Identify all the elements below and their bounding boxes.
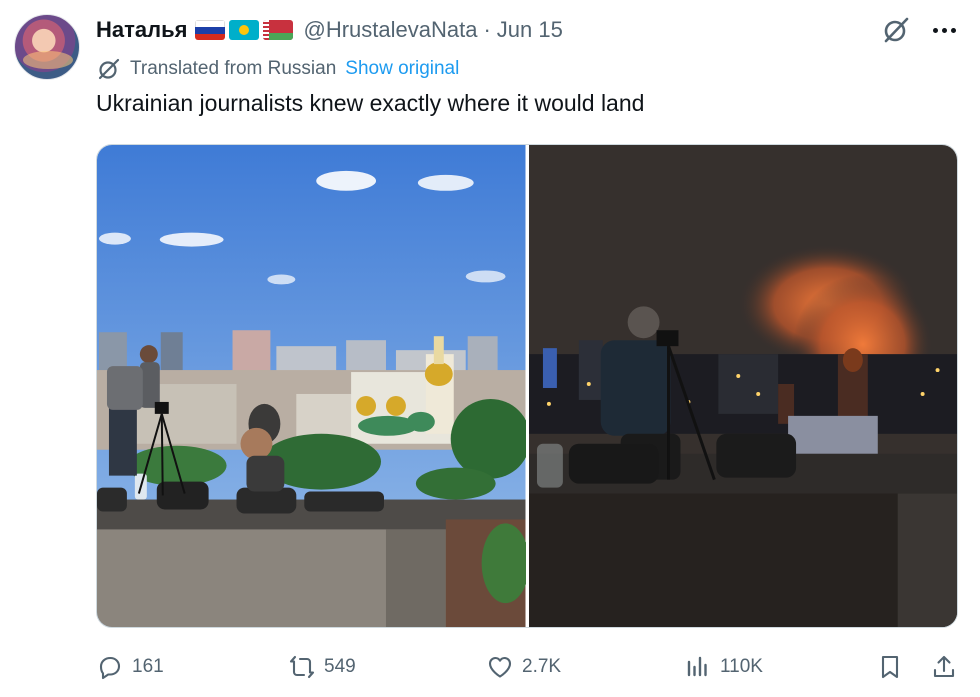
like-count: 2.7K — [522, 656, 562, 677]
daytime-photo[interactable] — [97, 145, 526, 627]
tweet-date[interactable]: Jun 15 — [497, 17, 563, 43]
reply-count: 161 — [132, 656, 164, 677]
separator-dot: · — [483, 17, 491, 42]
nighttime-photo[interactable] — [528, 145, 957, 627]
reply-icon — [99, 656, 121, 680]
grok-translate-icon — [98, 58, 120, 80]
repost-count: 549 — [324, 656, 356, 677]
like-button[interactable]: 2.7K — [486, 648, 561, 686]
media-grid — [96, 144, 958, 628]
tweet-header: Наталья @HrustalevaNata · Jun 15 — [96, 14, 563, 46]
views-icon — [687, 656, 707, 677]
translation-notice: Translated from Russian Show original — [96, 54, 459, 84]
reply-button[interactable]: 161 — [96, 648, 164, 686]
author-name[interactable]: Наталья — [96, 17, 187, 43]
more-options-icon[interactable] — [928, 16, 960, 44]
tweet-text: Ukrainian journalists knew exactly where… — [96, 90, 645, 116]
russia-flag-icon — [195, 20, 226, 40]
grok-icon[interactable] — [880, 14, 912, 46]
repost-button[interactable]: 549 — [288, 648, 356, 686]
repost-icon — [289, 655, 315, 679]
heart-icon — [488, 656, 512, 678]
translated-label: Translated from Russian — [130, 58, 337, 79]
show-original-link[interactable]: Show original — [345, 58, 459, 80]
author-handle[interactable]: @HrustalevaNata — [303, 17, 477, 43]
views-button[interactable]: 110K — [684, 648, 763, 686]
share-icon — [933, 655, 955, 678]
avatar[interactable] — [14, 14, 80, 80]
bookmark-button[interactable] — [876, 648, 904, 686]
tweet-actions: 161 549 2.7K 110K — [96, 648, 960, 686]
view-count: 110K — [720, 656, 763, 677]
share-button[interactable] — [930, 648, 958, 686]
belarus-flag-icon — [263, 20, 294, 40]
bookmark-icon — [881, 655, 899, 679]
kazakhstan-flag-icon — [229, 20, 260, 40]
author-flags — [195, 20, 294, 40]
